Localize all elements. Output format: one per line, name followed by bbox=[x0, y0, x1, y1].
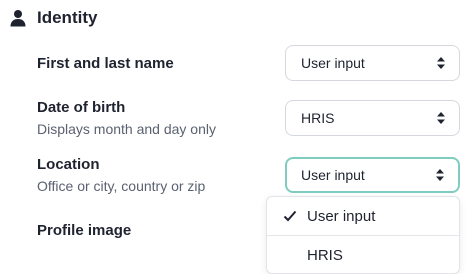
check-icon bbox=[283, 210, 297, 222]
dob-source-select[interactable]: HRIS bbox=[285, 100, 460, 136]
option-label: User input bbox=[307, 207, 376, 225]
select-value: HRIS bbox=[301, 110, 335, 126]
option-hris[interactable]: HRIS bbox=[267, 236, 459, 274]
location-source-select[interactable]: User input bbox=[285, 157, 460, 193]
section-title: Identity bbox=[37, 8, 98, 27]
sort-arrows-icon bbox=[437, 57, 445, 69]
option-user-input[interactable]: User input bbox=[267, 197, 459, 235]
sort-arrows-icon bbox=[436, 169, 444, 181]
sort-arrows-icon bbox=[437, 112, 445, 124]
select-value: User input bbox=[301, 55, 365, 71]
section-header: Identity bbox=[9, 6, 97, 30]
select-value: User input bbox=[301, 167, 365, 183]
option-label: HRIS bbox=[307, 246, 343, 264]
location-source-dropdown: User input HRIS bbox=[266, 196, 460, 274]
name-source-select[interactable]: User input bbox=[285, 45, 460, 81]
person-icon bbox=[10, 10, 26, 27]
